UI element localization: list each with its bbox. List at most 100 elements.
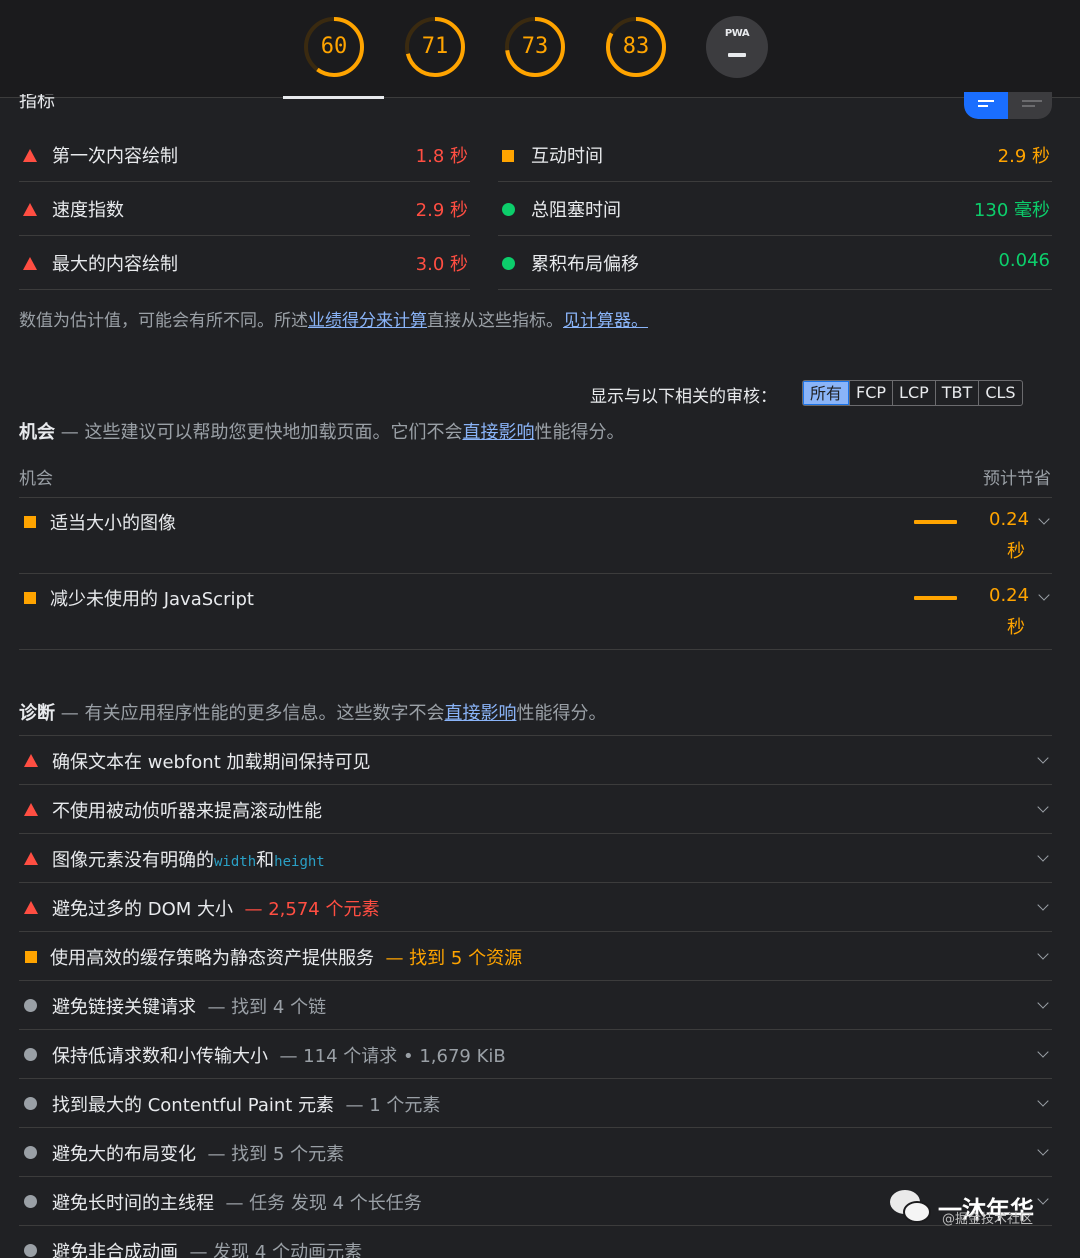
savings-bar xyxy=(914,520,957,524)
metrics-view-toggle[interactable] xyxy=(964,92,1052,119)
diagnostic-item[interactable]: 避免非合成动画 — 发现 4 个动画元素 xyxy=(19,1226,1052,1258)
diagnostic-detail: — 2,574 个元素 xyxy=(244,899,380,920)
wechat-icon xyxy=(890,1190,932,1226)
score-calc-link[interactable]: 业绩得分来计算 xyxy=(308,311,427,331)
diagnostic-text: 避免过多的 DOM 大小 xyxy=(52,899,234,920)
code-width: width xyxy=(214,854,257,870)
filter-tbt[interactable]: TBT xyxy=(934,381,979,405)
metric-label: 速度指数 xyxy=(52,200,124,221)
metric-tbt: 总阻塞时间 130 毫秒 xyxy=(498,183,1052,236)
pwa-badge[interactable]: PWA xyxy=(706,16,768,78)
gray-circle-icon xyxy=(24,1097,37,1110)
seo-score-gauge[interactable]: 83 xyxy=(605,16,667,78)
diagnostic-text: 找到最大的 Contentful Paint 元素 xyxy=(52,1095,335,1116)
audit-filter[interactable]: 所有 FCP LCP TBT CLS xyxy=(802,380,1023,406)
opportunity-item[interactable]: 减少未使用的 JavaScript 0.24 秒 xyxy=(19,574,1052,650)
metric-value: 130 毫秒 xyxy=(973,200,1050,221)
red-triangle-icon xyxy=(23,203,37,216)
expanded-view-icon[interactable] xyxy=(964,92,1008,119)
diagnostic-label: 避免大的布局变化 — 找到 5 个元素 xyxy=(52,1140,344,1166)
chevron-down-icon[interactable] xyxy=(1037,1095,1049,1107)
diagnostic-detail: — 找到 5 个元素 xyxy=(207,1144,345,1165)
compact-view-icon[interactable] xyxy=(1008,92,1052,119)
diagnostic-label: 使用高效的缓存策略为静态资产提供服务 — 找到 5 个资源 xyxy=(50,944,522,970)
note-text: 直接从这些指标。 xyxy=(427,311,563,331)
chevron-down-icon[interactable] xyxy=(1038,589,1050,601)
metrics-note: 数值为估计值，可能会有所不同。所述业绩得分来计算直接从这些指标。见计算器。 xyxy=(19,306,648,331)
red-triangle-icon xyxy=(23,257,37,270)
diagnostic-item[interactable]: 确保文本在 webfont 加载期间保持可见 xyxy=(19,736,1052,785)
diagnostic-label: 保持低请求数和小传输大小 — 114 个请求 • 1,679 KiB xyxy=(52,1042,506,1068)
diagnostic-text: 保持低请求数和小传输大小 xyxy=(52,1046,268,1067)
section-desc: — 有关应用程序性能的更多信息。这些数字不会 xyxy=(55,703,445,724)
diagnostic-label: 不使用被动侦听器来提高滚动性能 xyxy=(52,801,322,822)
chevron-down-icon[interactable] xyxy=(1037,899,1049,911)
diagnostic-detail: — 发现 4 个动画元素 xyxy=(189,1242,363,1258)
wechat-watermark: 一沐年华 @掘金技术社区 xyxy=(886,1186,1076,1230)
chevron-down-icon[interactable] xyxy=(1037,801,1049,813)
filter-cls[interactable]: CLS xyxy=(978,381,1021,405)
diagnostic-text: 使用高效的缓存策略为静态资产提供服务 xyxy=(50,948,374,969)
diagnostic-text: 避免链接关键请求 xyxy=(52,997,196,1018)
chevron-down-icon[interactable] xyxy=(1038,513,1050,525)
section-desc: 性能得分。 xyxy=(516,703,607,724)
diagnostic-item[interactable]: 不使用被动侦听器来提高滚动性能 xyxy=(19,785,1052,834)
diagnostic-item[interactable]: 保持低请求数和小传输大小 — 114 个请求 • 1,679 KiB xyxy=(19,1030,1052,1079)
diagnostic-label: 图像元素没有明确的width和height xyxy=(52,846,325,872)
opportunity-item[interactable]: 适当大小的图像 0.24 秒 xyxy=(19,498,1052,574)
chevron-down-icon[interactable] xyxy=(1037,948,1049,960)
pwa-dash-icon xyxy=(728,53,746,57)
diagnostic-text: 避免长时间的主线程 xyxy=(52,1193,214,1214)
metric-fcp: 第一次内容绘制 1.8 秒 xyxy=(19,129,470,182)
metric-speed-index: 速度指数 2.9 秒 xyxy=(19,183,470,236)
section-title: 诊断 xyxy=(19,703,55,724)
direct-impact-link[interactable]: 直接影响 xyxy=(444,703,516,724)
diagnostic-detail: — 1 个元素 xyxy=(345,1095,441,1116)
opportunity-label: 适当大小的图像 xyxy=(50,513,176,534)
chevron-down-icon[interactable] xyxy=(1037,1046,1049,1058)
orange-square-icon xyxy=(24,516,36,528)
metric-label: 互动时间 xyxy=(531,146,603,167)
diagnostic-item[interactable]: 图像元素没有明确的width和height xyxy=(19,834,1052,883)
gray-circle-icon xyxy=(24,1244,37,1257)
chevron-down-icon[interactable] xyxy=(1037,850,1049,862)
filter-lcp[interactable]: LCP xyxy=(892,381,935,405)
accessibility-score-gauge[interactable]: 71 xyxy=(404,16,466,78)
orange-square-icon xyxy=(502,150,514,162)
gray-circle-icon xyxy=(24,999,37,1012)
gray-circle-icon xyxy=(24,1146,37,1159)
savings-column-header: 预计节省 xyxy=(983,469,1051,489)
diagnostic-item[interactable]: 找到最大的 Contentful Paint 元素 — 1 个元素 xyxy=(19,1079,1052,1128)
gauge-score: 83 xyxy=(622,34,650,59)
opportunity-column-header: 机会 xyxy=(19,469,53,489)
diagnostic-item[interactable]: 避免大的布局变化 — 找到 5 个元素 xyxy=(19,1128,1052,1177)
performance-score-gauge[interactable]: 60 xyxy=(303,16,365,78)
chevron-down-icon[interactable] xyxy=(1037,1144,1049,1156)
metric-cls: 累积布局偏移 0.046 xyxy=(498,237,1052,290)
chevron-down-icon[interactable] xyxy=(1037,997,1049,1009)
opportunities-heading: 机会 — 这些建议可以帮助您更快地加载页面。它们不会直接影响性能得分。 xyxy=(19,418,624,444)
red-triangle-icon xyxy=(23,149,37,162)
metric-label: 总阻塞时间 xyxy=(531,200,621,221)
metric-value: 2.9 秒 xyxy=(415,200,468,221)
diagnostic-item[interactable]: 避免过多的 DOM 大小 — 2,574 个元素 xyxy=(19,883,1052,932)
diagnostic-item[interactable]: 使用高效的缓存策略为静态资产提供服务 — 找到 5 个资源 xyxy=(19,932,1052,981)
diagnostic-item[interactable]: 避免链接关键请求 — 找到 4 个链 xyxy=(19,981,1052,1030)
best-practices-score-gauge[interactable]: 73 xyxy=(504,16,566,78)
savings-value: 0.24 xyxy=(989,585,1030,606)
red-triangle-icon xyxy=(24,754,38,767)
gray-circle-icon xyxy=(24,1048,37,1061)
chevron-down-icon[interactable] xyxy=(1037,752,1049,764)
metric-value: 0.046 xyxy=(998,250,1050,271)
filter-all[interactable]: 所有 xyxy=(803,381,850,405)
savings-value: 0.24 xyxy=(989,509,1030,530)
savings-bar xyxy=(914,596,957,600)
diagnostic-detail: — 找到 4 个链 xyxy=(207,997,327,1018)
savings-unit: 秒 xyxy=(1007,617,1025,638)
diagnostic-label: 避免链接关键请求 — 找到 4 个链 xyxy=(52,993,326,1019)
calculator-link[interactable]: 见计算器。 xyxy=(563,311,648,331)
filter-fcp[interactable]: FCP xyxy=(849,381,892,405)
direct-impact-link[interactable]: 直接影响 xyxy=(462,422,534,443)
diagnostic-text: 图像元素没有明确的 xyxy=(52,850,214,871)
red-triangle-icon xyxy=(24,852,38,865)
